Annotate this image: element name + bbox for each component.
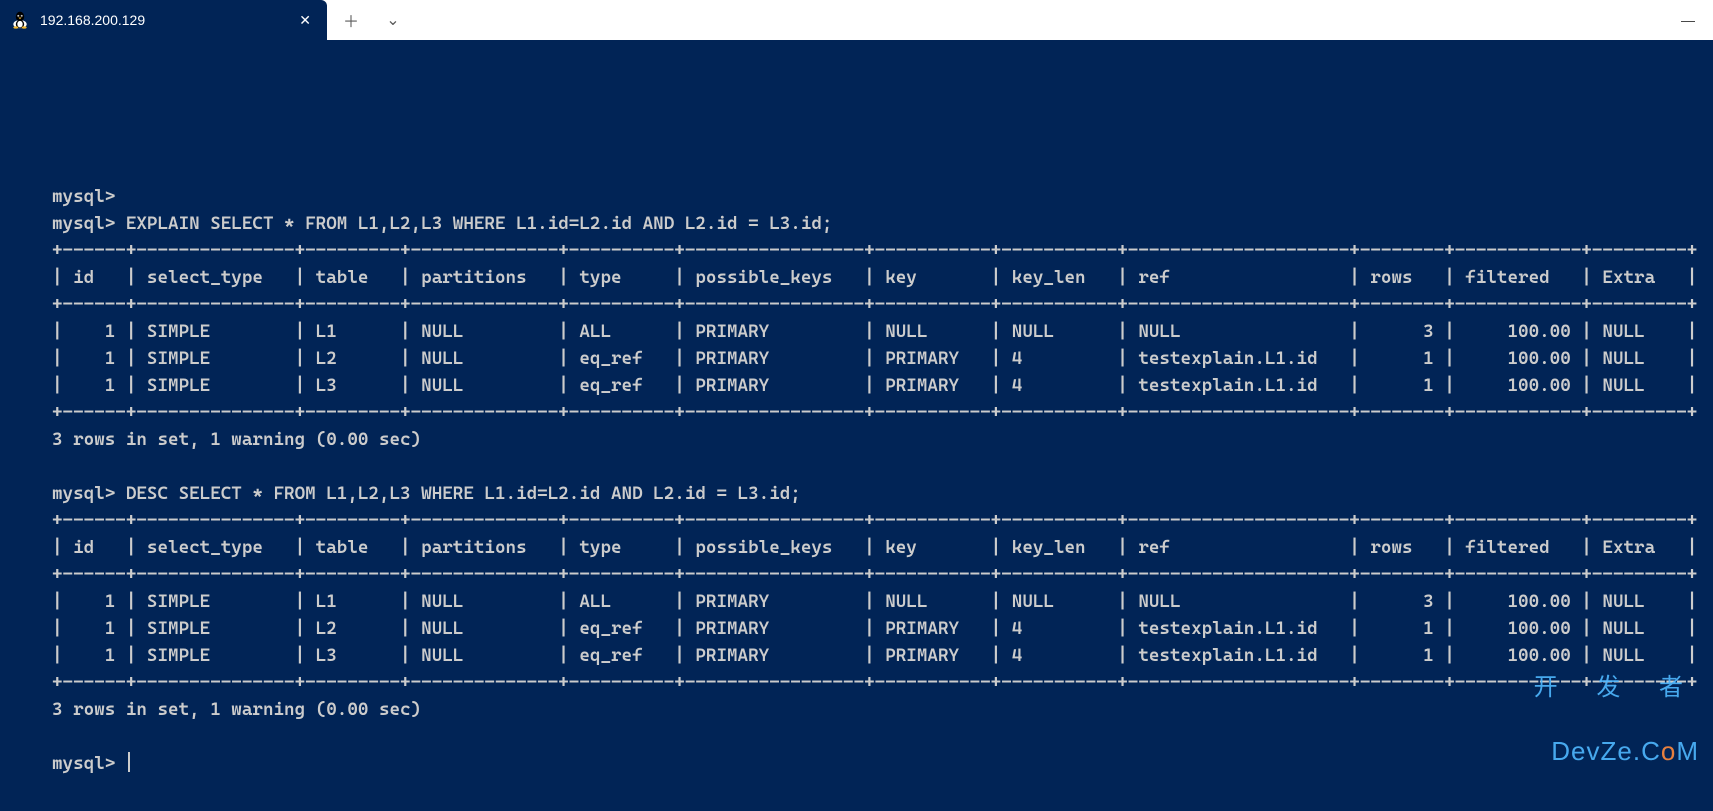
- watermark-line2: DevZe.CoM: [1534, 738, 1699, 765]
- minimize-button[interactable]: —: [1663, 0, 1713, 40]
- terminal[interactable]: mysql> mysql> EXPLAIN SELECT * FROM L1,L…: [0, 40, 1713, 811]
- titlebar: 192.168.200.129 ✕ ＋ ⌄ —: [0, 0, 1713, 40]
- cursor: [128, 752, 130, 772]
- titlebar-spacer: [413, 0, 1663, 40]
- tab-title: 192.168.200.129: [40, 12, 295, 28]
- watermark-line1: 开 发 者: [1534, 675, 1699, 700]
- watermark: 开 发 者 DevZe.CoM: [1534, 637, 1699, 803]
- active-tab[interactable]: 192.168.200.129 ✕: [0, 0, 327, 40]
- new-tab-button[interactable]: ＋: [331, 0, 371, 40]
- terminal-output: mysql> mysql> EXPLAIN SELECT * FROM L1,L…: [0, 102, 1713, 777]
- tux-icon: [10, 10, 30, 30]
- close-tab-button[interactable]: ✕: [295, 12, 315, 29]
- tab-actions: ＋ ⌄: [327, 0, 413, 40]
- window-controls: —: [1663, 0, 1713, 40]
- tab-dropdown-button[interactable]: ⌄: [373, 0, 413, 40]
